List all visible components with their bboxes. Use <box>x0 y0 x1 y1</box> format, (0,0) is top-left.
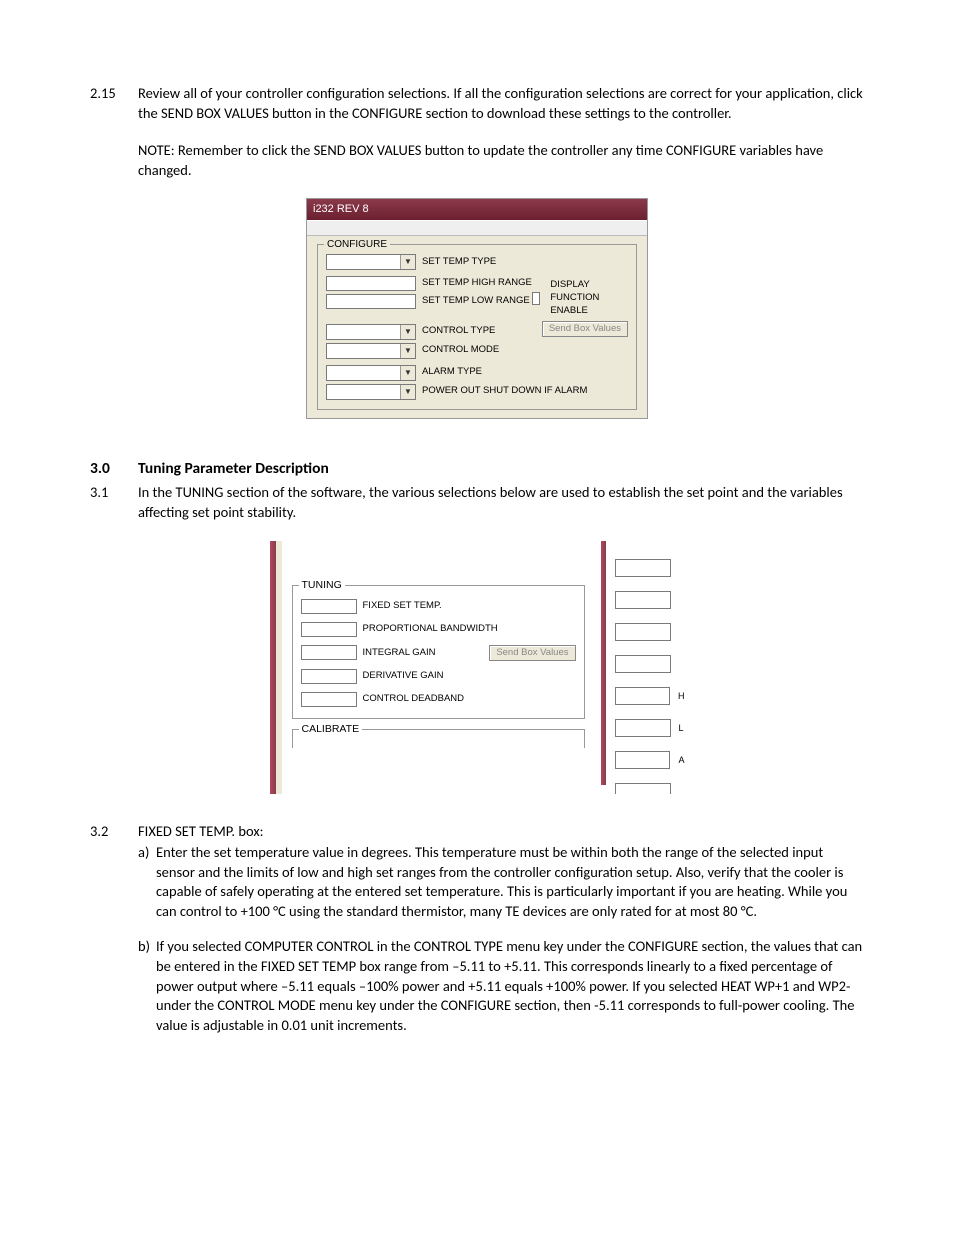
item-b-text: If you selected COMPUTER CONTROL in the … <box>156 937 864 1035</box>
integral-gain-input[interactable] <box>301 645 357 660</box>
set-temp-high-label: SET TEMP HIGH RANGE <box>422 277 532 290</box>
readout-box <box>615 591 671 609</box>
alarm-type-label: ALARM TYPE <box>422 366 482 379</box>
configure-screenshot: i232 REV 8 CONFIGURE ▼ SET TEMP TYPE SET… <box>306 198 648 418</box>
tuning-legend: TUNING <box>299 578 345 592</box>
configure-legend: CONFIGURE <box>324 238 390 252</box>
heading-text: Tuning Parameter Description <box>138 459 864 480</box>
calibrate-legend: CALIBRATE <box>299 722 363 736</box>
item-a-text: Enter the set temperature value in degre… <box>156 843 864 921</box>
integral-gain-label: INTEGRAL GAIN <box>363 647 436 660</box>
readout-box <box>615 559 671 577</box>
readout-label-h: H <box>674 690 685 702</box>
display-function-label: DISPLAY FUNCTION ENABLE <box>550 279 628 317</box>
power-out-combo[interactable]: ▼ <box>326 384 416 400</box>
send-box-values-button[interactable]: Send Box Values <box>489 645 575 662</box>
set-temp-low-input[interactable] <box>326 294 416 309</box>
heading-3-0: 3.0 Tuning Parameter Description <box>90 459 864 480</box>
proportional-bandwidth-input[interactable] <box>301 622 357 637</box>
chevron-down-icon: ▼ <box>400 255 415 269</box>
paragraph-2-15: 2.15 Review all of your controller confi… <box>90 84 864 180</box>
fixed-set-temp-input[interactable] <box>301 599 357 614</box>
configure-fieldset: CONFIGURE ▼ SET TEMP TYPE SET TEMP HIGH … <box>317 244 637 409</box>
control-type-label: CONTROL TYPE <box>422 325 495 338</box>
readout-box <box>615 783 671 794</box>
readout-box <box>615 751 671 769</box>
toolbar-strip <box>307 220 647 236</box>
window-edge-stripe-inner <box>276 541 282 794</box>
tuning-fieldset: TUNING FIXED SET TEMP. PROPORTIONAL BAND… <box>292 585 585 720</box>
control-deadband-input[interactable] <box>301 692 357 707</box>
control-type-combo[interactable]: ▼ <box>326 324 416 340</box>
control-mode-combo[interactable]: ▼ <box>326 343 416 359</box>
proportional-bandwidth-label: PROPORTIONAL BANDWIDTH <box>363 623 498 636</box>
list-marker: b) <box>138 937 156 1035</box>
control-deadband-label: CONTROL DEADBAND <box>363 693 465 706</box>
readout-label-l: L <box>675 722 684 734</box>
set-temp-type-combo[interactable]: ▼ <box>326 254 416 270</box>
readout-label-a: A <box>674 754 684 766</box>
chevron-down-icon: ▼ <box>400 325 415 339</box>
window-edge-stripe <box>601 541 606 785</box>
section-text: Review all of your controller configurat… <box>138 84 864 123</box>
chevron-down-icon: ▼ <box>400 385 415 399</box>
send-box-values-button[interactable]: Send Box Values <box>542 321 628 338</box>
list-marker: a) <box>138 843 156 921</box>
section-number: 3.1 <box>90 483 138 522</box>
control-mode-label: CONTROL MODE <box>422 344 499 357</box>
chevron-down-icon: ▼ <box>400 344 415 358</box>
power-out-label: POWER OUT SHUT DOWN IF ALARM <box>422 385 587 398</box>
chevron-down-icon: ▼ <box>400 366 415 380</box>
section-text: In the TUNING section of the software, t… <box>138 483 864 522</box>
calibrate-fieldset: CALIBRATE <box>292 729 585 748</box>
window-titlebar: i232 REV 8 <box>307 199 647 220</box>
readout-box <box>615 623 671 641</box>
section-body: Review all of your controller configurat… <box>138 84 864 180</box>
fixed-set-temp-label: FIXED SET TEMP. <box>363 600 442 613</box>
readout-box <box>615 719 671 737</box>
paragraph-3-2: 3.2 FIXED SET TEMP. box: a) Enter the se… <box>90 822 864 1036</box>
derivative-gain-input[interactable] <box>301 669 357 684</box>
right-readout-pane: H L A <box>615 541 685 794</box>
fixed-set-temp-lead: FIXED SET TEMP. box: <box>138 822 864 842</box>
section-note: NOTE: Remember to click the SEND BOX VAL… <box>138 141 864 180</box>
paragraph-3-1: 3.1 In the TUNING section of the softwar… <box>90 483 864 522</box>
section-body: FIXED SET TEMP. box: a) Enter the set te… <box>138 822 864 1036</box>
alarm-type-combo[interactable]: ▼ <box>326 365 416 381</box>
set-temp-type-label: SET TEMP TYPE <box>422 256 496 269</box>
display-function-checkbox[interactable] <box>532 292 541 305</box>
set-temp-low-label: SET TEMP LOW RANGE <box>422 295 530 308</box>
set-temp-high-input[interactable] <box>326 276 416 291</box>
readout-box <box>615 655 671 673</box>
tuning-screenshot: TUNING FIXED SET TEMP. PROPORTIONAL BAND… <box>270 541 685 794</box>
section-number: 2.15 <box>90 84 138 180</box>
derivative-gain-label: DERIVATIVE GAIN <box>363 670 444 683</box>
heading-number: 3.0 <box>90 459 138 480</box>
section-number: 3.2 <box>90 822 138 1036</box>
readout-box <box>615 687 671 705</box>
